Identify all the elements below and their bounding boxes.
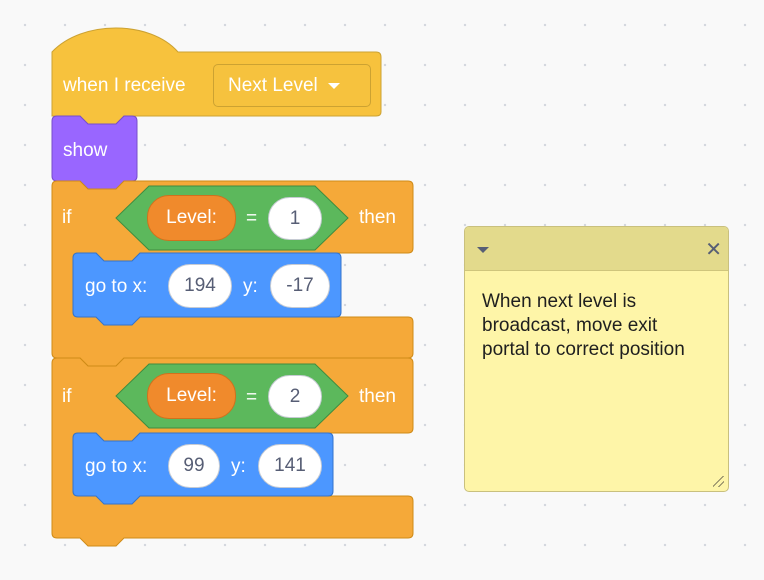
level-variable-reporter[interactable]: Level: — [147, 195, 236, 241]
equals-sign: = — [246, 208, 258, 229]
comment-note[interactable]: ✕ When next level is broadcast, move exi… — [464, 226, 729, 492]
y-label: y: — [231, 456, 246, 477]
compare-value-input[interactable]: 2 — [268, 375, 322, 418]
equals-sign: = — [246, 387, 258, 408]
show-label: show — [63, 140, 108, 161]
then-label: then — [359, 207, 396, 228]
comment-header[interactable]: ✕ — [465, 227, 728, 271]
message-dropdown-value: Next Level — [228, 74, 318, 96]
level-variable-reporter[interactable]: Level: — [147, 373, 236, 419]
if-label: if — [62, 386, 72, 407]
x-input[interactable]: 194 — [168, 264, 232, 308]
message-dropdown[interactable]: Next Level — [213, 64, 371, 107]
y-input[interactable]: -17 — [270, 264, 330, 308]
dropdown-arrow-icon — [327, 82, 340, 89]
comment-text[interactable]: When next level is broadcast, move exit … — [482, 290, 707, 362]
y-input[interactable]: 141 — [258, 444, 322, 488]
then-label: then — [359, 386, 396, 407]
resize-handle-icon[interactable] — [713, 476, 724, 487]
goto-label: go to x: — [85, 456, 148, 477]
collapse-triangle-icon[interactable] — [477, 247, 489, 253]
if-label: if — [62, 207, 72, 228]
compare-value-input[interactable]: 1 — [268, 197, 322, 240]
x-input[interactable]: 99 — [168, 444, 220, 488]
y-label: y: — [243, 276, 258, 297]
goto-label: go to x: — [85, 276, 148, 297]
when-i-receive-label: when I receive — [63, 75, 186, 96]
close-x-icon[interactable]: ✕ — [705, 239, 722, 259]
